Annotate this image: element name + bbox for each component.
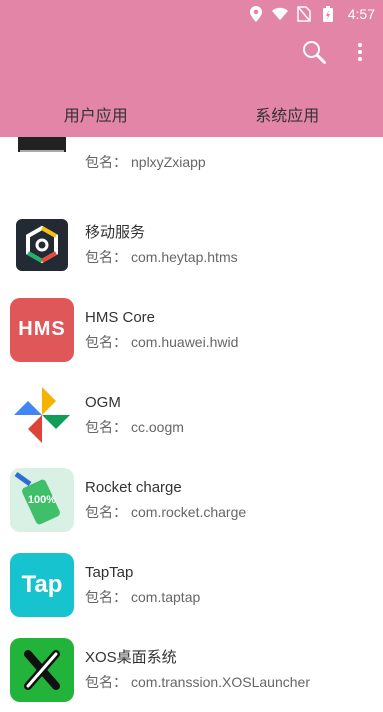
app-name: Rocket charge [85,478,246,498]
app-package: 包名：nplxyZxiapp [85,152,206,172]
list-item[interactable]: Tap TapTap 包名：com.taptap [0,542,383,627]
list-item[interactable]: 100% Rocket charge 包名：com.rocket.charge [0,457,383,542]
status-time: 4:57 [348,6,375,22]
app-name: 移动服务 [85,223,238,243]
partial-app-icon [10,128,74,192]
battery-charging-icon [320,6,336,22]
app-list: 包名：nplxyZxiapp 移动服务 包名：com.heytap.htms H… [0,117,383,712]
list-item[interactable]: HMS HMS Core 包名：com.huawei.hwid [0,287,383,372]
location-icon [248,6,264,22]
toolbar-actions [301,41,373,67]
app-package: 包名：com.huawei.hwid [85,332,238,352]
more-vert-icon [357,42,363,67]
hms-core-icon: HMS [10,298,74,362]
status-bar: 4:57 [248,0,375,28]
list-item[interactable]: 移动服务 包名：com.heytap.htms [0,202,383,287]
app-package: 包名：cc.oogm [85,417,184,437]
list-item[interactable]: OGM 包名：cc.oogm [0,372,383,457]
heytap-service-icon [10,213,74,277]
app-package: 包名：com.heytap.htms [85,247,238,267]
tab-bar: 用户应用 系统应用 [0,90,383,137]
app-name: HMS Core [85,308,238,328]
app-name: OGM [85,393,184,413]
app-package: 包名：com.rocket.charge [85,502,246,522]
search-icon [301,39,327,70]
tab-system-apps[interactable]: 系统应用 [192,90,383,137]
app-package: 包名：com.taptap [85,587,200,607]
taptap-icon: Tap [10,553,74,617]
list-item[interactable]: XOS桌面系统 包名：com.transsion.XOSLauncher [0,627,383,712]
wifi-icon [272,6,288,22]
rocket-charge-icon: 100% [10,468,74,532]
no-sim-icon [296,6,312,22]
search-button[interactable] [301,41,327,67]
xos-launcher-icon [10,638,74,702]
app-bar: 4:57 用户应用 系统应用 [0,0,383,137]
pinwheel-icon [10,383,74,447]
app-name: XOS桌面系统 [85,648,310,668]
app-name: TapTap [85,563,200,583]
more-options-button[interactable] [347,41,373,67]
tab-user-apps[interactable]: 用户应用 [0,90,192,137]
